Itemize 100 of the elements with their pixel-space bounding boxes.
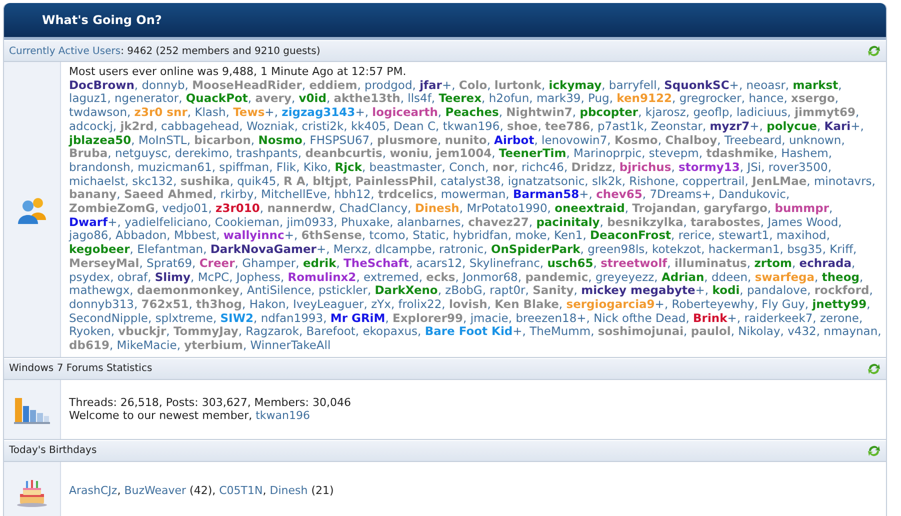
user-link[interactable]: hackerman1 xyxy=(708,242,780,256)
user-link[interactable]: donnyb xyxy=(142,78,185,92)
user-link[interactable]: Slimy xyxy=(154,270,191,284)
user-link[interactable]: unknown xyxy=(788,132,842,147)
user-link[interactable]: TheSchaft xyxy=(344,256,409,270)
member-link[interactable]: tkwan196 xyxy=(256,409,310,422)
user-link[interactable]: bltjpt xyxy=(312,174,348,188)
user-link[interactable]: Rishone xyxy=(629,174,675,188)
user-link[interactable]: Airbot xyxy=(494,132,534,147)
refresh-icon[interactable] xyxy=(866,43,882,59)
user-link[interactable]: ZombieZomG xyxy=(69,201,155,216)
user-link[interactable]: tee786 xyxy=(545,118,590,133)
user-link[interactable]: Marinoprpic xyxy=(574,146,642,160)
user-link[interactable]: catalyst38 xyxy=(440,174,501,188)
user-link[interactable]: mark39 xyxy=(536,91,581,106)
user-link[interactable]: FHSPSU67 xyxy=(310,132,370,147)
user-link[interactable]: Nick ofthe Dead xyxy=(594,310,686,325)
user-link[interactable]: tkwan196 xyxy=(442,118,500,133)
user-link[interactable]: jblazea50 xyxy=(69,132,132,147)
user-link[interactable]: zYx xyxy=(371,296,391,311)
user-link[interactable]: shoe xyxy=(507,118,538,133)
user-link[interactable]: usch65 xyxy=(547,256,594,270)
user-link[interactable]: DarkXeno xyxy=(374,283,438,298)
user-link[interactable]: Ken1 xyxy=(554,228,583,242)
user-link[interactable]: greyeyezz xyxy=(595,270,654,284)
user-link[interactable]: ladiciuus xyxy=(736,105,788,120)
user-link[interactable]: brandonsh xyxy=(69,160,130,174)
user-link[interactable]: Jophess xyxy=(236,270,280,284)
user-link[interactable]: laguz1 xyxy=(69,91,108,106)
user-link[interactable]: Zeonstar xyxy=(650,118,702,133)
user-link[interactable]: yterbium xyxy=(184,338,243,352)
user-link[interactable]: db619 xyxy=(69,338,110,352)
user-link[interactable]: Conch xyxy=(449,160,486,174)
user-link[interactable]: muzicman61 xyxy=(138,160,212,174)
user-link[interactable]: Roberteyewhy xyxy=(672,296,754,311)
user-link[interactable]: cristi2k xyxy=(302,118,344,133)
user-link[interactable]: PainlessPhil xyxy=(355,174,434,188)
user-link[interactable]: echrada xyxy=(799,256,852,270)
user-link[interactable]: coppertrail xyxy=(682,174,745,188)
user-link[interactable]: sushika xyxy=(180,174,230,188)
user-link[interactable]: Barefoot xyxy=(306,324,356,338)
user-link[interactable]: tdashmike xyxy=(706,146,774,160)
user-link[interactable]: zigzag3143 xyxy=(282,105,356,120)
user-link[interactable]: Kiko xyxy=(303,160,328,174)
user-link[interactable]: ekopaxus xyxy=(362,324,418,338)
user-link[interactable]: plusmore xyxy=(376,132,438,147)
user-link[interactable]: Dandukovic xyxy=(718,187,786,202)
user-link[interactable]: Nightwin7 xyxy=(506,105,572,120)
user-link[interactable]: frolix22 xyxy=(398,296,442,311)
user-link[interactable]: SecondNipple xyxy=(69,310,148,325)
user-link[interactable]: v432 xyxy=(788,324,816,338)
user-link[interactable]: h2ofun xyxy=(488,91,530,106)
user-link[interactable]: Static xyxy=(412,228,446,242)
user-link[interactable]: lurtonk xyxy=(494,78,542,92)
user-link[interactable]: TeenerTim xyxy=(498,146,566,160)
user-link[interactable]: DocBrown xyxy=(69,78,134,92)
user-link[interactable]: Teerex xyxy=(438,91,482,106)
user-link[interactable]: lovish xyxy=(448,296,488,311)
user-link[interactable]: quik45 xyxy=(237,174,276,188)
user-link[interactable]: jem1004 xyxy=(436,146,492,160)
user-link[interactable]: Kriff xyxy=(830,242,854,256)
user-link[interactable]: kjarosz xyxy=(645,105,686,120)
user-link[interactable]: dlcampbe xyxy=(374,242,432,256)
user-link[interactable]: R A xyxy=(284,174,306,188)
user-link[interactable]: mathewgx xyxy=(69,283,130,298)
user-link[interactable]: banany xyxy=(69,187,117,202)
user-link[interactable]: jim0933 xyxy=(286,214,334,229)
user-link[interactable]: hbh12 xyxy=(334,187,371,202)
user-link[interactable]: OnSpiderPark xyxy=(490,242,580,256)
user-link[interactable]: moke xyxy=(515,228,547,242)
user-link[interactable]: ratronic xyxy=(439,242,484,256)
user-link[interactable]: 7Dreams xyxy=(650,187,702,202)
user-link[interactable]: raiderkeek7 xyxy=(744,310,813,325)
user-link[interactable]: Klash xyxy=(194,105,226,120)
user-link[interactable]: Jonmor68 xyxy=(462,270,518,284)
user-link[interactable]: Mr GRiM xyxy=(330,310,386,325)
user-link[interactable]: Explorer99 xyxy=(392,310,464,325)
user-link[interactable]: v0id xyxy=(298,91,326,106)
user-link[interactable]: bjrichus xyxy=(619,160,672,174)
user-link[interactable]: vedjo01 xyxy=(162,201,208,216)
user-link[interactable]: Elefantman xyxy=(137,242,204,256)
user-link[interactable]: Ryoken xyxy=(69,324,111,338)
user-link[interactable]: pandemic xyxy=(525,270,588,284)
user-link[interactable]: mowerman xyxy=(440,187,506,202)
user-link[interactable]: JenLMae xyxy=(752,174,807,188)
user-link[interactable]: p7ast1k xyxy=(597,118,644,133)
user-link[interactable]: Hakon xyxy=(249,296,286,311)
user-link[interactable]: Abbadon xyxy=(116,228,167,242)
user-link[interactable]: jfar xyxy=(420,78,442,92)
user-link[interactable]: zrtom xyxy=(754,256,792,270)
user-link[interactable]: Colo xyxy=(458,78,488,92)
user-link[interactable]: chavez27 xyxy=(468,214,529,229)
user-link[interactable]: obraf xyxy=(117,270,148,284)
user-link[interactable]: xsergo xyxy=(791,91,835,106)
user-link[interactable]: Romulinx2 xyxy=(288,270,356,284)
user-link[interactable]: gregrocker xyxy=(679,91,742,106)
user-link[interactable]: th3hog xyxy=(196,296,242,311)
user-link[interactable]: tarabostes xyxy=(690,214,760,229)
user-link[interactable]: Treebeard xyxy=(724,132,782,147)
user-link[interactable]: slk2k xyxy=(592,174,622,188)
